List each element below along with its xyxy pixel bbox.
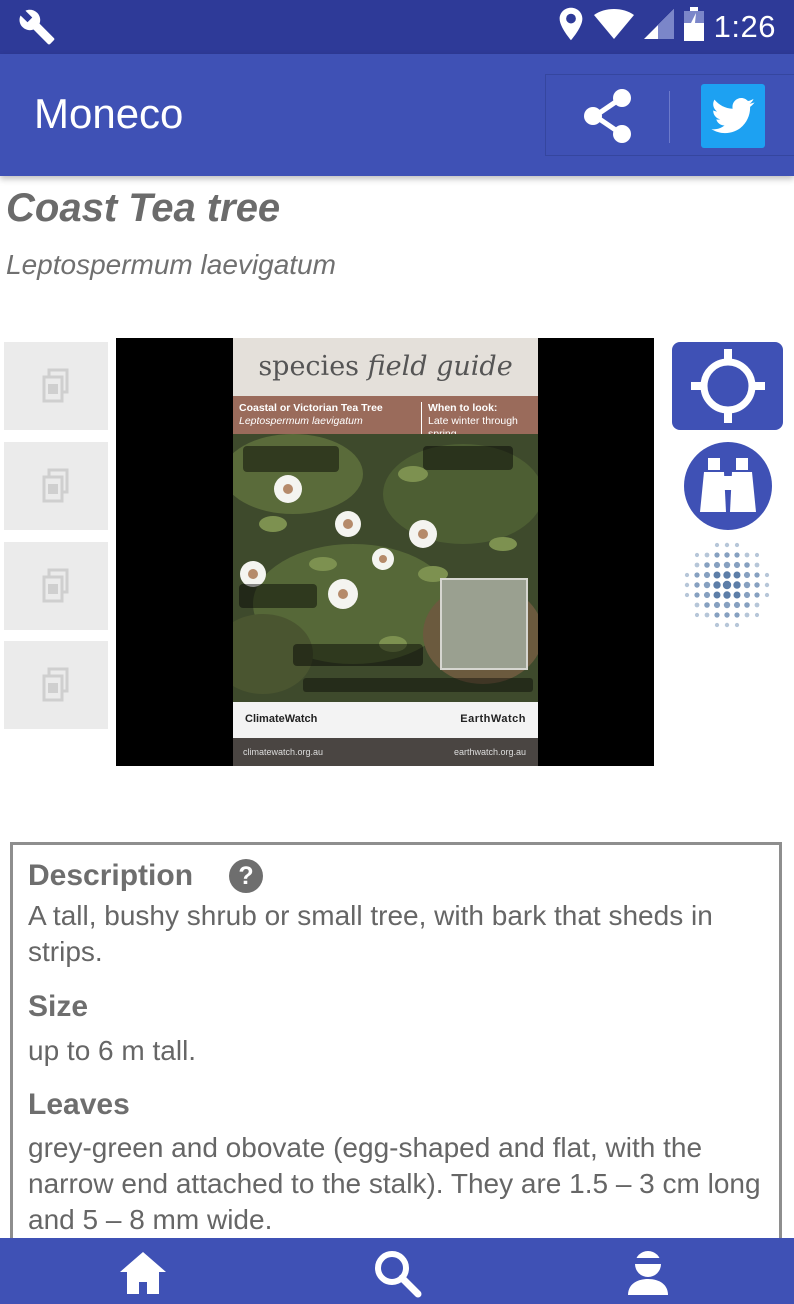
app-bar-actions [545, 74, 794, 156]
image-placeholder-icon [42, 568, 69, 603]
status-time: 1:26 [713, 8, 776, 44]
poster-title-band: Coastal or Victorian Tea Tree Leptosperm… [233, 396, 538, 441]
profile-button[interactable] [613, 1248, 683, 1298]
poster-header: species field guide [233, 338, 538, 396]
image-placeholder-icon [42, 468, 69, 503]
description-heading: Description [28, 859, 194, 892]
thumbnail-3[interactable] [4, 542, 108, 630]
image-placeholder-icon [42, 667, 69, 702]
size-heading: Size [28, 990, 89, 1023]
species-details-card: Description ? A tall, bushy shrub or sma… [10, 842, 782, 1302]
crosshair-target-icon [690, 349, 765, 423]
image-placeholder-icon [42, 368, 69, 403]
size-text: up to 6 m tall. [28, 1035, 197, 1066]
species-scientific-name: Leptospermum laevigatum [6, 249, 336, 280]
poster-urls: climatewatch.org.au earthwatch.org.au [233, 738, 538, 766]
profile-icon [628, 1251, 668, 1295]
tea-tree-photo [233, 434, 538, 702]
app-bar: Moneco [0, 54, 794, 176]
binoculars-icon [700, 458, 756, 512]
thumbnail-2[interactable] [4, 442, 108, 530]
search-button[interactable] [362, 1248, 432, 1298]
description-text: A tall, bushy shrub or small tree, with … [28, 900, 713, 967]
leaves-heading: Leaves [28, 1088, 130, 1121]
status-bar: 1:26 [0, 0, 794, 54]
action-divider [669, 91, 670, 143]
battery-icon [683, 7, 704, 46]
thumbnail-1[interactable] [4, 342, 108, 430]
home-button[interactable] [108, 1248, 178, 1298]
twitter-icon[interactable] [701, 84, 765, 148]
app-title: Moneco [34, 90, 184, 137]
share-icon[interactable] [580, 88, 636, 149]
dots-pattern-icon[interactable] [682, 540, 772, 635]
species-common-name: Coast Tea tree [6, 186, 281, 230]
wifi-icon [593, 9, 634, 44]
thumbnail-4[interactable] [4, 641, 108, 729]
main-species-image[interactable]: species field guide Coastal or Victorian… [116, 338, 654, 766]
home-icon [120, 1252, 166, 1294]
poster-footer: ClimateWatch EarthWatch [233, 702, 538, 738]
sighting-button[interactable] [684, 442, 772, 530]
bottom-navigation [0, 1238, 794, 1304]
help-icon[interactable]: ? [229, 859, 263, 893]
locate-button[interactable] [672, 342, 783, 430]
location-icon [558, 7, 584, 46]
leaves-text: grey-green and obovate (egg-shaped and f… [28, 1132, 761, 1235]
field-guide-poster: species field guide Coastal or Victorian… [233, 338, 538, 766]
wrench-icon [18, 8, 56, 51]
search-icon [375, 1251, 422, 1298]
signal-icon [643, 9, 674, 44]
